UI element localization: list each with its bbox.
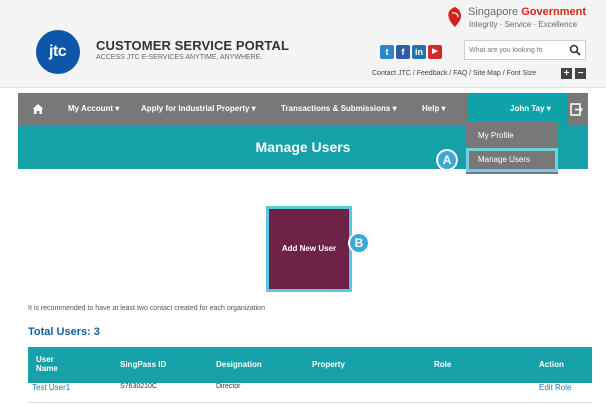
portal-title: CUSTOMER SERVICE PORTAL (96, 38, 289, 53)
nav-help[interactable]: Help ▾ (422, 93, 446, 125)
site-header: jtc CUSTOMER SERVICE PORTAL ACCESS JTC E… (0, 0, 606, 88)
utility-links[interactable]: Contact JTC / Feedback / FAQ / Site Map … (372, 70, 536, 77)
lion-head-icon (448, 7, 461, 27)
designation-cell: Director (216, 383, 241, 390)
main-nav: My Account ▾ Apply for Industrial Proper… (18, 93, 588, 125)
search-icon[interactable] (569, 44, 581, 56)
dropdown-item-manage-users[interactable]: Manage Users (466, 148, 558, 172)
portal-subtitle: ACCESS JTC E-SERVICES ANYTIME, ANYWHERE. (96, 54, 263, 61)
nav-user-menu[interactable]: John Tay ▾ (468, 93, 568, 125)
youtube-icon[interactable]: ▶ (428, 45, 442, 59)
column-header-singpass-id: SingPass ID (120, 360, 167, 369)
add-new-user-button[interactable]: Add New User (266, 206, 352, 292)
gov-name-prefix: Singapore (468, 6, 519, 18)
jtc-logo[interactable]: jtc (36, 30, 80, 74)
singpass-id-cell: S7630210C (120, 383, 157, 390)
twitter-icon[interactable]: t (380, 45, 394, 59)
twitter-glyph: t (385, 47, 389, 57)
dropdown-item-my-profile[interactable]: My Profile (466, 124, 558, 148)
add-new-user-label: Add New User (281, 244, 337, 253)
singapore-government-logo[interactable]: Singapore Government Integrity · Service… (446, 4, 596, 32)
facebook-icon[interactable]: f (396, 45, 410, 59)
column-header-action: Action (539, 360, 564, 369)
font-size-decrease-button[interactable]: − (575, 68, 586, 79)
column-header-designation: Designation (216, 360, 262, 369)
table-row: Test User1 S7630210C Director Edit Role (28, 383, 592, 403)
column-header-role: Role (434, 360, 452, 369)
nav-apply-industrial-property[interactable]: Apply for Industrial Property ▾ (141, 93, 256, 125)
user-name-link[interactable]: Test User1 (32, 383, 70, 403)
gov-name: Singapore Government (468, 6, 586, 18)
total-users: Total Users: 3 (28, 326, 100, 338)
linkedin-icon[interactable]: in (412, 45, 426, 59)
logout-icon[interactable] (570, 103, 583, 116)
gov-tagline: Integrity · Service · Excellence (469, 20, 578, 29)
nav-my-account[interactable]: My Account ▾ (68, 93, 119, 125)
nav-transactions-submissions[interactable]: Transactions & Submissions ▾ (281, 93, 397, 125)
home-icon[interactable] (32, 103, 44, 115)
edit-role-link[interactable]: Edit Role (539, 383, 571, 403)
font-size-increase-button[interactable]: + (561, 68, 572, 79)
search-input[interactable] (469, 43, 565, 57)
callout-marker-a: A (436, 149, 458, 171)
nav-user-name: John Tay ▾ (510, 104, 551, 113)
users-table-header: User Name SingPass ID Designation Proper… (28, 347, 592, 383)
youtube-glyph: ▶ (432, 48, 438, 55)
user-dropdown-menu: My Profile Manage Users (466, 122, 558, 174)
gov-name-suffix: Government (521, 6, 587, 18)
search-box (464, 40, 586, 60)
facebook-glyph: f (401, 47, 405, 57)
callout-marker-b: B (348, 232, 370, 254)
linkedin-glyph: in (415, 47, 423, 57)
recommendation-note: It is recommended to have at least two c… (28, 305, 265, 312)
column-header-property: Property (312, 360, 345, 369)
logo-text: jtc (49, 43, 67, 60)
